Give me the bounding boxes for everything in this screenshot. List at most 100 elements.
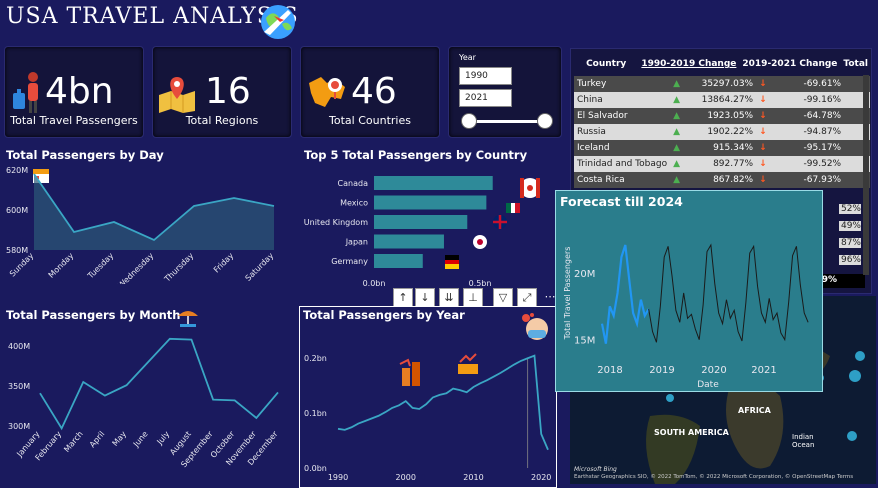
up-triangle-icon: ▲ xyxy=(673,111,681,121)
bar[interactable] xyxy=(374,254,423,268)
x-tick-label: Monday xyxy=(47,251,76,280)
month-chart[interactable]: 400M350M300MJanuaryFebruary March April May… xyxy=(0,326,290,488)
cell-1990-2019: ▲ 1902.22% xyxy=(670,124,757,140)
cell-1990-2019: ▲ 13864.27% xyxy=(670,92,757,108)
cell-2019-2021: ↓ -64.78% xyxy=(756,108,845,124)
kpi-value: 46 xyxy=(351,71,397,112)
table-rows: Turkey ▲ 35297.03% ↓ -69.61% China ▲ 13864.27% ↓… xyxy=(574,76,871,188)
down-arrow-icon: ↓ xyxy=(759,159,767,169)
cell-1990-2019: ▲ 867.82% xyxy=(670,172,757,188)
year-chart-title: Total Passengers by Year xyxy=(303,308,465,322)
focus-mode-icon[interactable]: ⤢ xyxy=(517,288,537,307)
col-header-1990-2019[interactable]: 1990-2019 Change xyxy=(638,53,739,75)
map-bubble[interactable] xyxy=(847,431,857,441)
forecast-series-line xyxy=(648,243,809,343)
cell-2019-2021: ↓ -94.87% xyxy=(756,124,845,140)
cell-1990-2019: ▲ 915.34% xyxy=(670,140,757,156)
cell-2019-2021: ↓ -67.93% xyxy=(756,172,845,188)
year-to-input[interactable]: 2021 xyxy=(459,89,512,107)
table-row[interactable]: Iceland ▲ 915.34% ↓ -95.17% xyxy=(574,140,871,156)
value: 13864.27% xyxy=(701,95,754,105)
forecast-chart[interactable]: Total Travel Passengers 20M 15M 2018 2019 202… xyxy=(556,213,822,391)
map-bubble[interactable] xyxy=(855,351,865,361)
mexico-flag-stripe xyxy=(511,203,515,213)
year-slider-track xyxy=(469,120,545,123)
cell-country: China xyxy=(574,92,671,108)
x-tick-label: 2020 xyxy=(701,365,726,376)
map-bubble[interactable] xyxy=(666,394,674,402)
table-row[interactable]: Russia ▲ 1902.22% ↓ -94.87% xyxy=(574,124,871,140)
table-body: Turkey ▲ 35297.03% ↓ -69.61% China ▲ 13864.27% ↓… xyxy=(574,76,871,188)
map-pin-icon xyxy=(159,77,195,113)
mexico-flag-stripe xyxy=(515,203,520,213)
day-chart-title: Total Passengers by Day xyxy=(6,148,164,162)
table-row[interactable]: Trinidad and Tobago ▲ 892.77% ↓ -99.52% xyxy=(574,156,871,172)
series-line xyxy=(337,354,549,451)
year-from-input[interactable]: 1990 xyxy=(459,67,512,85)
up-triangle-icon: ▲ xyxy=(673,159,681,169)
table-row[interactable]: China ▲ 13864.27% ↓ -99.16% xyxy=(574,92,871,108)
map-label-indian-ocean: Indian Ocean xyxy=(792,433,815,449)
value: -99.16% xyxy=(803,95,842,105)
cell-2019-2021: ↓ -95.17% xyxy=(756,140,845,156)
x-axis-title: Date xyxy=(697,380,719,390)
value: 867.82% xyxy=(713,175,754,185)
bar[interactable] xyxy=(374,195,487,210)
table-row[interactable]: Turkey ▲ 35297.03% ↓ -69.61% xyxy=(574,76,871,92)
x-tick-label: July xyxy=(155,429,172,447)
kpi-label: Total Travel Passengers xyxy=(10,114,138,127)
y-tick-label: 300M xyxy=(8,422,30,431)
drill-down-icon[interactable]: ⊥ xyxy=(463,288,483,307)
filter-icon[interactable]: ▽ xyxy=(493,288,513,307)
down-arrow-icon: ↓ xyxy=(759,95,767,105)
bar[interactable] xyxy=(374,234,444,249)
map-brand: Microsoft Bing xyxy=(574,466,617,473)
x-tick-label: 2021 xyxy=(751,365,776,376)
area-fill xyxy=(34,174,274,250)
category-label: Japan xyxy=(345,238,368,247)
map-label-south-america: SOUTH AMERICA xyxy=(654,428,729,437)
year-slider-end-handle[interactable] xyxy=(537,113,553,129)
category-label: Mexico xyxy=(340,199,368,208)
map-bubble[interactable] xyxy=(849,370,861,382)
x-tick-label: 2018 xyxy=(597,365,622,376)
year-chart[interactable]: 0.2bn 0.1bn 0.0bn1990 2000 2010 2020 xyxy=(300,326,554,486)
cell-country: Russia xyxy=(574,124,671,140)
col-header-total[interactable]: Total xyxy=(840,53,871,75)
y-tick-label: 15M xyxy=(574,336,595,347)
germany-flag-stripe xyxy=(445,260,459,264)
col-header-2019-2021[interactable]: 2019-2021 Change xyxy=(739,53,840,75)
table-scrollbar[interactable] xyxy=(863,75,869,275)
sort-descending-icon[interactable]: ↓ xyxy=(415,288,435,307)
canada-flag-stripe xyxy=(520,178,524,198)
cell-country: Turkey xyxy=(574,76,671,92)
category-label: United Kingdom xyxy=(304,218,368,227)
table-row[interactable]: Costa Rica ▲ 867.82% ↓ -67.93% xyxy=(574,172,871,188)
table-row[interactable]: El Salvador ▲ 1923.05% ↓ -64.78% xyxy=(574,108,871,124)
mexico-flag-icon xyxy=(506,203,511,213)
table-tail-value: 96% xyxy=(839,255,861,265)
sort-ascending-icon[interactable]: ↑ xyxy=(393,288,413,307)
col-header-country[interactable]: Country xyxy=(574,53,638,75)
maple-leaf xyxy=(527,185,533,191)
value: -99.52% xyxy=(803,159,842,169)
x-tick-label: March xyxy=(62,430,85,454)
actual-series-line xyxy=(600,244,650,344)
up-triangle-icon: ▲ xyxy=(673,95,681,105)
germany-flag-icon xyxy=(445,255,459,260)
cell-1990-2019: ▲ 1923.05% xyxy=(670,108,757,124)
category-label: Canada xyxy=(338,179,369,188)
x-tick-label: 2019 xyxy=(649,365,674,376)
bar[interactable] xyxy=(374,215,468,229)
forecast-panel[interactable]: Forecast till 2024 Total Travel Passenge… xyxy=(555,190,823,392)
expand-all-icon[interactable]: ⇊ xyxy=(439,288,459,307)
bar[interactable] xyxy=(374,176,493,190)
year-slider-start-handle[interactable] xyxy=(461,113,477,129)
country-chart[interactable]: Canada Mexico United Kingdom Japan Germany 0.… xyxy=(300,166,556,290)
day-chart[interactable]: 620M 600M 580MSunday Monday Tuesday Wednesday… xyxy=(0,162,290,284)
cell-country: Iceland xyxy=(574,140,671,156)
country-table-grid: Country 1990-2019 Change 2019-2021 Chang… xyxy=(574,53,871,75)
x-tick-label: 2010 xyxy=(463,473,483,482)
category-label: Germany xyxy=(331,257,368,266)
x-tick-label: Saturday xyxy=(244,251,276,283)
